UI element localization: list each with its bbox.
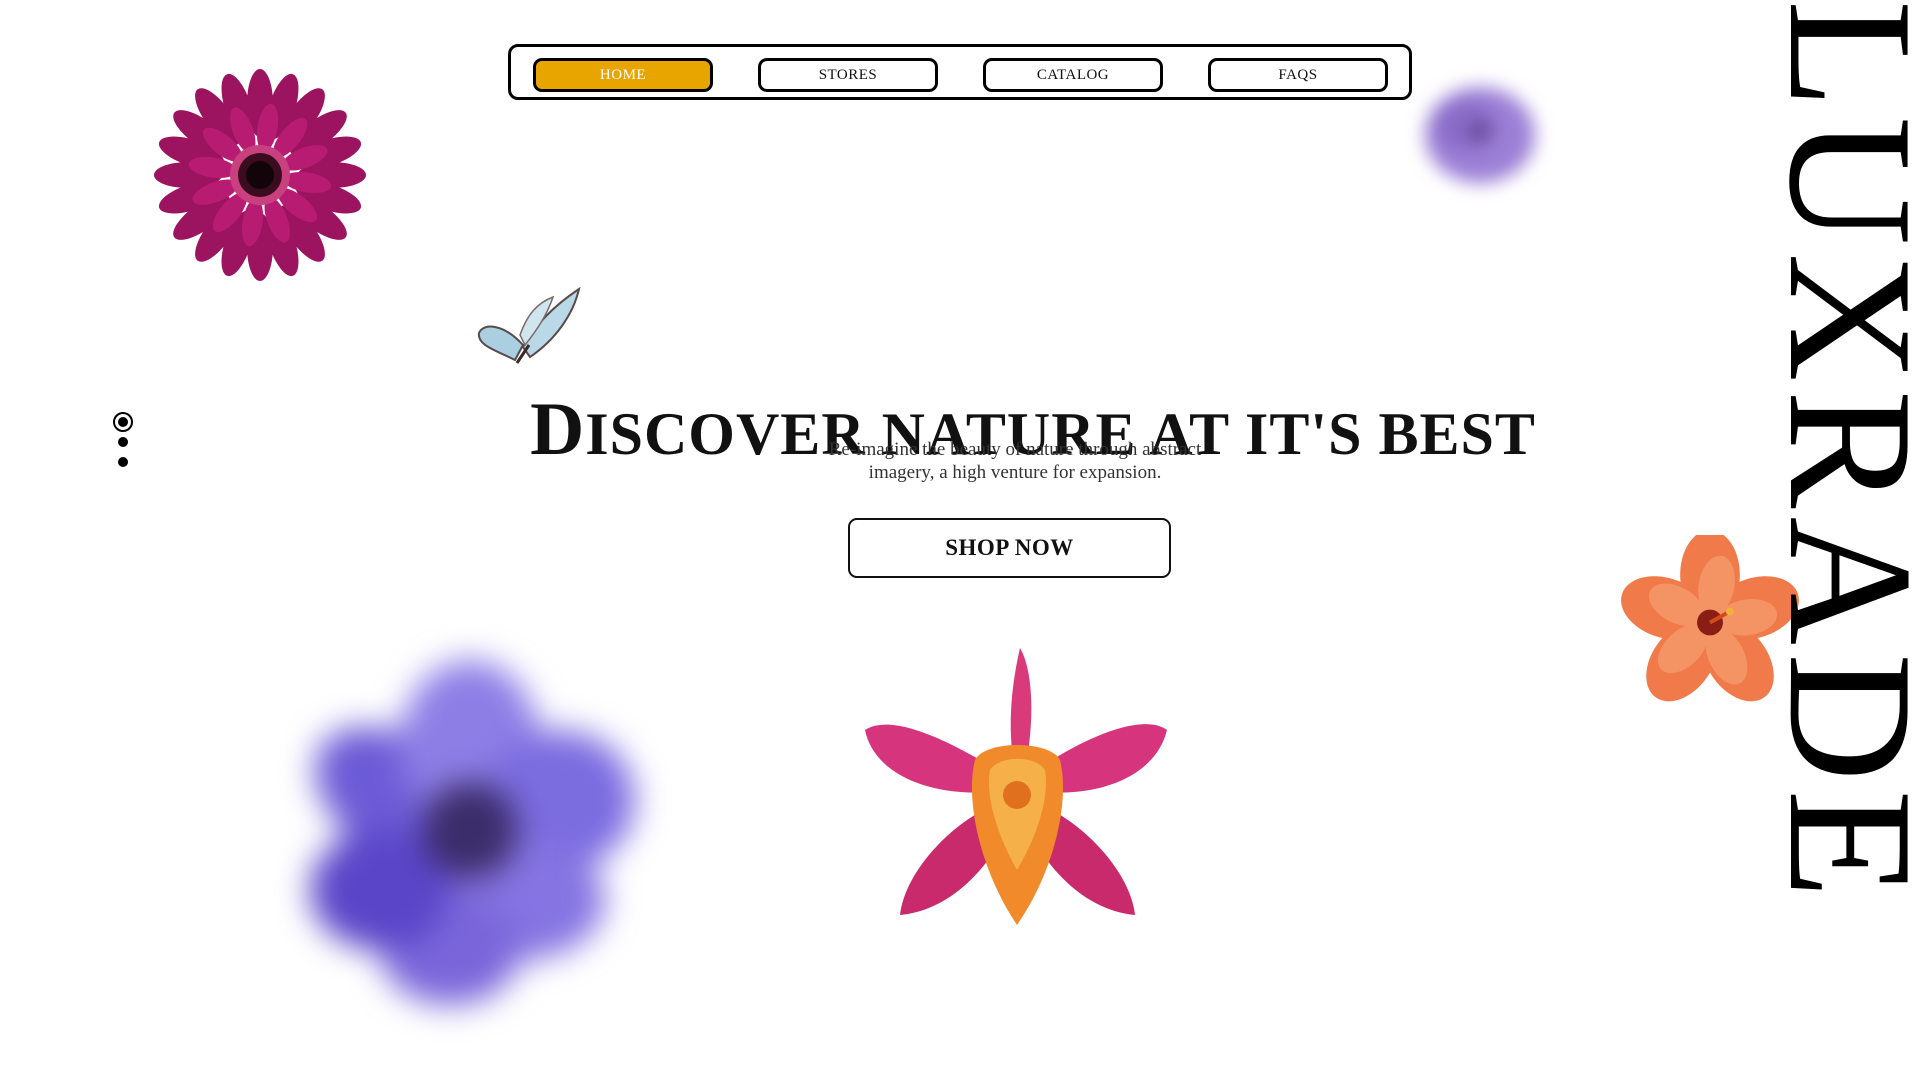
slide-dot-3[interactable] <box>118 457 128 467</box>
hero-title-first-letter: D <box>530 388 586 472</box>
butterfly-image <box>477 286 581 364</box>
brand-name: LUXRADE <box>1782 0 1920 907</box>
nav-stores-button[interactable]: STORES <box>758 58 938 92</box>
slide-dot-2[interactable] <box>118 437 128 447</box>
brand-wordmark: LUXRADE <box>1782 0 1920 1070</box>
shop-now-button[interactable]: SHOP NOW <box>848 518 1171 578</box>
gerbera-flower-image <box>154 69 366 281</box>
orchid-image <box>865 648 1167 925</box>
slide-dot-1[interactable] <box>113 412 133 432</box>
nav-catalog-button[interactable]: CATALOG <box>983 58 1163 92</box>
main-nav: HOME STORES CATALOG FAQS <box>508 44 1412 100</box>
nav-home-button[interactable]: HOME <box>533 58 713 92</box>
hero-subtitle-line2: imagery, a high venture for expansion. <box>868 462 1162 483</box>
hibiscus-image <box>1621 535 1799 702</box>
slide-indicator <box>112 412 134 468</box>
blurred-anemone-image <box>310 660 635 1005</box>
hero-subtitle-line1: Re-imagine the beauty of nature through … <box>828 439 1202 460</box>
blurred-purple-flower-image <box>1425 87 1535 183</box>
hero-subtitle: Re-imagine the beauty of nature through … <box>760 438 1270 484</box>
nav-faqs-button[interactable]: FAQS <box>1208 58 1388 92</box>
